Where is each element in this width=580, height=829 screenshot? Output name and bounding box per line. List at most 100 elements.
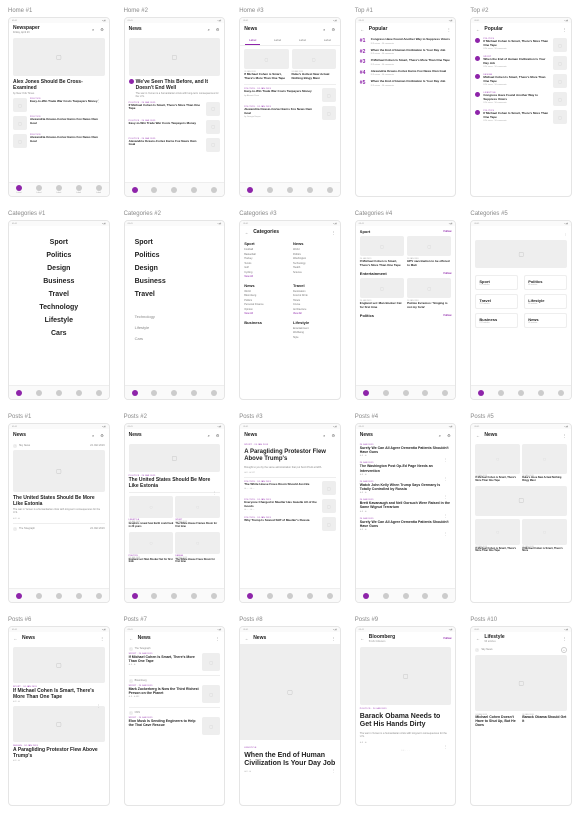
more-icon[interactable]: ⋮ (97, 703, 101, 708)
nav-tab[interactable]: Label (16, 185, 22, 194)
source-icon[interactable]: ◔ (129, 679, 133, 683)
sub-link[interactable]: Destination (293, 290, 336, 293)
nav-tab[interactable] (151, 593, 157, 599)
post-title[interactable]: A Paragliding Protestor Flew Above Trump… (244, 449, 336, 463)
list-item[interactable]: 24 JAN 2019Brett Kavanaugh and Neil Gors… (360, 499, 452, 512)
list-item[interactable]: ▢POLITICSEasy-to-Win Trade War Costs Tax… (13, 98, 105, 112)
list-item[interactable]: ▢POLITICS · 24 JAN 2019If Michael Cohen … (129, 102, 221, 116)
source-name[interactable]: Sky News (19, 444, 30, 447)
section-name[interactable]: Entertainment (360, 271, 387, 276)
nav-tab[interactable] (36, 390, 42, 396)
post-title[interactable]: When the End of Human Civilization Is Yo… (244, 752, 336, 768)
search-icon[interactable]: ⌕ (91, 433, 96, 438)
rank-item[interactable]: #1Congress Have Found Another Way to Sup… (360, 38, 452, 45)
sub-link[interactable]: World (293, 248, 336, 251)
sub-link[interactable]: Bloomberg (244, 294, 287, 297)
back-icon[interactable]: ← (475, 27, 480, 32)
list-item[interactable]: SPORT · 24 JAN 2019Elon Musk Is Sending … (129, 717, 221, 735)
nav-tab[interactable] (558, 390, 564, 396)
card[interactable]: ▢24 JAN 2019Duke's Hooe New Actual Nothi… (522, 444, 567, 483)
sub-link[interactable]: Hockey (244, 257, 287, 260)
category-link[interactable]: Travel (135, 291, 155, 298)
hero-image[interactable]: ▢ (475, 655, 567, 711)
list-item[interactable]: SPORT · 24 JAN 2019Mark Zuckerberg Is No… (129, 685, 221, 703)
more-icon[interactable]: ⋮ (562, 27, 567, 32)
sub-link[interactable]: Health (293, 266, 336, 269)
category-link[interactable]: Technology (135, 314, 155, 319)
nav-tab[interactable] (363, 390, 369, 396)
author-avatar[interactable] (129, 79, 134, 84)
source-name[interactable]: Sky News (481, 648, 492, 651)
nav-tab[interactable] (327, 187, 333, 193)
follow-button[interactable]: Follow (443, 637, 451, 640)
sub-link[interactable]: Basketball (244, 253, 287, 256)
sub-link[interactable]: World (244, 290, 287, 293)
list-item[interactable]: 24 JAN 2019Watch John Kelly When Trump S… (360, 481, 452, 494)
rank-item[interactable]: #5When the End of Human Civilization Is … (360, 80, 452, 87)
source-icon[interactable]: ◔ (475, 648, 479, 652)
post-title[interactable]: The United States Should Be More Like Es… (129, 477, 221, 489)
tab[interactable]: Label (265, 35, 290, 45)
settings-icon[interactable]: ⚙ (100, 433, 105, 438)
view-all-link[interactable]: View All (244, 312, 287, 315)
nav-tab[interactable] (403, 593, 409, 599)
card[interactable]: ▢24 JAN 2019If Michael Cohen is Smart, T… (475, 519, 520, 554)
nav-tab[interactable] (132, 187, 138, 193)
category-box[interactable]: News89 articles (524, 313, 567, 328)
follow-button[interactable]: Follow (443, 272, 451, 275)
nav-tab[interactable] (247, 187, 253, 193)
col-header[interactable]: Travel (293, 283, 336, 288)
source-icon[interactable]: ◔ (13, 527, 17, 531)
category-link[interactable]: Design (47, 265, 70, 272)
tab[interactable]: Label (290, 35, 315, 45)
hero-image[interactable]: ▢ (360, 647, 452, 705)
search-icon[interactable]: ⌕ (437, 433, 442, 438)
source-name[interactable]: The Telegraph (19, 527, 35, 530)
more-icon[interactable]: ⋮ (215, 636, 220, 641)
nav-tab[interactable] (16, 593, 22, 599)
more-icon[interactable]: ⋮ (332, 768, 336, 773)
source-name[interactable]: CNN (135, 711, 140, 714)
nav-tab[interactable] (191, 390, 197, 396)
sub-link[interactable]: Hotels (293, 299, 336, 302)
hero-image[interactable]: ▢ (129, 38, 221, 76)
list-item[interactable]: SPORTWhen the End of Human Civilization … (475, 56, 567, 70)
more-icon[interactable]: ⋮ (443, 744, 447, 749)
settings-icon[interactable]: ⚙ (215, 433, 220, 438)
search-icon[interactable]: ⌕ (206, 27, 211, 32)
sub-link[interactable]: Personal Finance (244, 303, 287, 306)
category-box[interactable]: Politics89 articles (524, 275, 567, 290)
sub-link[interactable]: Tennis (244, 262, 287, 265)
back-icon[interactable]: ← (244, 636, 249, 641)
nav-tab[interactable] (442, 593, 448, 599)
more-icon[interactable]: ⋮ (100, 636, 105, 641)
category-link[interactable]: Business (43, 278, 74, 285)
view-all-link[interactable]: View All (293, 312, 336, 315)
more-icon[interactable]: ⋮ (446, 27, 451, 32)
source-icon[interactable]: ◔ (129, 647, 133, 651)
search-icon[interactable]: ⌕ (322, 433, 327, 438)
nav-tab[interactable] (267, 187, 273, 193)
list-item[interactable]: 24 JAN 2019Surely We Can All Agree Demen… (360, 444, 452, 457)
category-link[interactable]: Cars (135, 336, 143, 341)
back-icon[interactable]: ← (475, 433, 480, 438)
more-icon[interactable]: ⋮ (212, 490, 216, 495)
nav-tab[interactable] (422, 390, 428, 396)
category-link[interactable]: Sport (135, 239, 153, 246)
nav-tab[interactable]: Label (76, 185, 82, 194)
card[interactable]: ▢DESIGN24 JAN 2019The White House Frees … (175, 532, 220, 565)
nav-tab[interactable] (132, 390, 138, 396)
card[interactable]: ▢24 JAN 2019If Michael Cohen is Smart, T… (244, 49, 288, 80)
tab[interactable]: Label (240, 35, 265, 45)
rank-item[interactable]: #2When the End of Human Civilization Is … (360, 49, 452, 56)
card[interactable]: ▢24 JAN 2019Duke's Hottest New Actual No… (292, 49, 336, 80)
nav-tab[interactable] (287, 187, 293, 193)
category-link[interactable]: Lifestyle (45, 317, 73, 324)
category-link[interactable]: Cars (51, 330, 67, 337)
nav-tab[interactable] (132, 593, 138, 599)
list-item[interactable]: ▢POLITICSAlexandria Ocasio-Cortez Earns … (13, 116, 105, 130)
nav-tab[interactable] (518, 390, 524, 396)
nav-tab[interactable] (16, 390, 22, 396)
sub-link[interactable]: Style (293, 336, 336, 339)
list-item[interactable]: ▢POLITICS · 24 JAN 2019Alexandria Ocasio… (129, 138, 221, 152)
